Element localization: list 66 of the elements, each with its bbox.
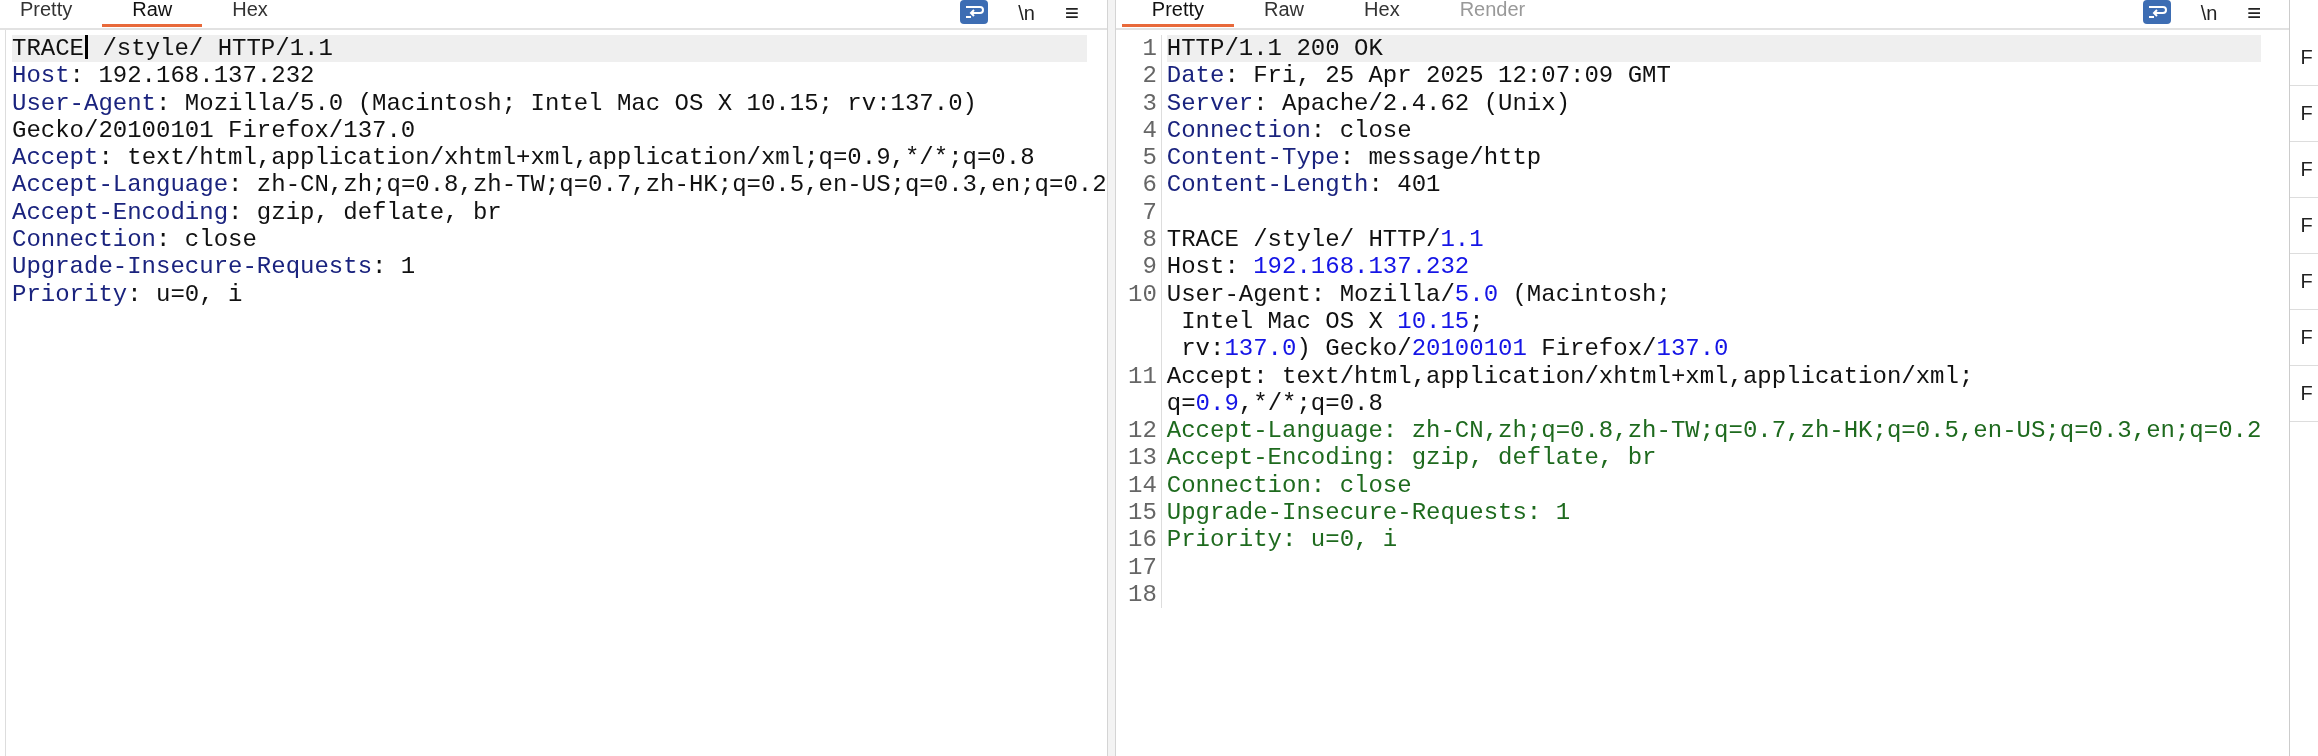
code-line: Connection: close	[1166, 116, 1412, 145]
wrap-icon[interactable]	[960, 0, 989, 24]
tab[interactable]: Pretty	[0, 0, 103, 27]
line-number: 17	[1128, 553, 1157, 581]
line-number: 3	[1142, 89, 1157, 117]
code-line: Date: Fri, 25 Apr 2025 12:07:09 GMT	[1166, 62, 1671, 90]
tab[interactable]: Raw	[102, 0, 203, 27]
list-item-text: F	[2300, 270, 2313, 293]
list-item-text: F	[2300, 382, 2313, 405]
tab[interactable]: Hex	[202, 0, 298, 27]
line-number: 9	[1142, 253, 1157, 281]
code-line: Accept: text/html,application/xhtml+xml,application/xml;q=0.9,*/*;q=0.8	[12, 144, 1035, 172]
tab[interactable]: Hex	[1334, 0, 1430, 27]
line-number: 15	[1128, 499, 1157, 527]
code-line: Upgrade-Insecure-Requests: 1	[1166, 499, 1571, 527]
line-number: 5	[1142, 144, 1157, 172]
code-line: Host: 192.168.137.232	[1166, 253, 1470, 281]
code-line: Accept-Encoding: gzip, deflate, br	[1166, 444, 1657, 472]
line-number: 4	[1142, 116, 1157, 144]
line-number: 1	[1142, 35, 1157, 62]
newline-toggle[interactable]: \n	[2200, 0, 2218, 25]
line-number: 12	[1128, 417, 1157, 445]
menu-button[interactable]: ≡	[2247, 0, 2262, 25]
line-number: 10	[1128, 280, 1157, 308]
code-line: Priority: u=0, i	[1166, 526, 1398, 554]
line-number: 18	[1128, 580, 1157, 608]
line-number: 7	[1142, 198, 1157, 226]
line-number: 14	[1128, 471, 1157, 499]
line-number: 13	[1128, 444, 1157, 472]
line-number: 6	[1142, 171, 1157, 199]
newline-toggle[interactable]: \n	[1018, 0, 1035, 25]
tab[interactable]: Raw	[1234, 0, 1335, 27]
menu-button[interactable]: ≡	[1064, 0, 1079, 25]
code-line: Connection: close	[12, 226, 257, 254]
code-line: User-Agent: Mozilla/5.0 (Macintosh; Intel Mac OS X 10.15; rv:137.0)	[12, 89, 977, 117]
code-line: Accept-Encoding: gzip, deflate, br	[12, 198, 502, 227]
splitter-handle[interactable]	[1106, 0, 1116, 756]
list-item-text: F	[2300, 158, 2313, 181]
wrap-icon[interactable]	[2142, 0, 2171, 24]
code-line: Content-Type: message/http	[1166, 144, 1542, 172]
code-line: Host: 192.168.137.232	[12, 62, 315, 90]
code-line: Intel Mac OS X 10.15;	[1180, 307, 1484, 336]
code-line: Accept-Language: zh-CN,zh;q=0.8,zh-TW;q=0.7,zh-HK;q=0.5,en-US;q=0.3,en;q=0.2	[12, 171, 1107, 199]
line-number: 16	[1128, 526, 1157, 554]
list-item-text: F	[2300, 102, 2313, 125]
line-number: 2	[1142, 62, 1157, 90]
line-number: 8	[1142, 226, 1157, 254]
code-line: Priority: u=0, i	[12, 280, 243, 308]
code-line: Connection: close	[1166, 471, 1412, 500]
code-line: User-Agent: Mozilla/5.0 (Macintosh;	[1166, 280, 1671, 308]
code-line: Upgrade-Insecure-Requests: 1	[12, 253, 416, 281]
code-line: Accept: text/html,application/xhtml+xml,application/xml;	[1166, 362, 1974, 390]
code-line: Content-Length: 401	[1166, 171, 1441, 199]
code-line: Server: Apache/2.4.62 (Unix)	[1166, 89, 1571, 117]
line-number: 11	[1128, 362, 1157, 390]
list-item-text: F	[2300, 46, 2313, 69]
code-line: rv:137.0) Gecko/20100101 Firefox/137.0	[1180, 335, 1729, 363]
list-item-text: F	[2300, 326, 2313, 349]
code-line: Gecko/20100101 Firefox/137.0	[12, 116, 416, 145]
code-line: Accept-Language: zh-CN,zh;q=0.8,zh-TW;q=0.7,zh-HK;q=0.5,en-US;q=0.3,en;q=0.2	[1166, 417, 2262, 445]
code-line: TRACE /style/ HTTP/1.1	[1166, 226, 1484, 254]
code-line: TRACE /style/ HTTP/1.1	[12, 35, 333, 63]
code-line: q=0.9,*/*;q=0.8	[1166, 389, 1383, 418]
code-line: HTTP/1.1 200 OK	[1166, 35, 1383, 63]
tab[interactable]: Pretty	[1121, 0, 1235, 27]
list-item-text: F	[2300, 214, 2313, 237]
